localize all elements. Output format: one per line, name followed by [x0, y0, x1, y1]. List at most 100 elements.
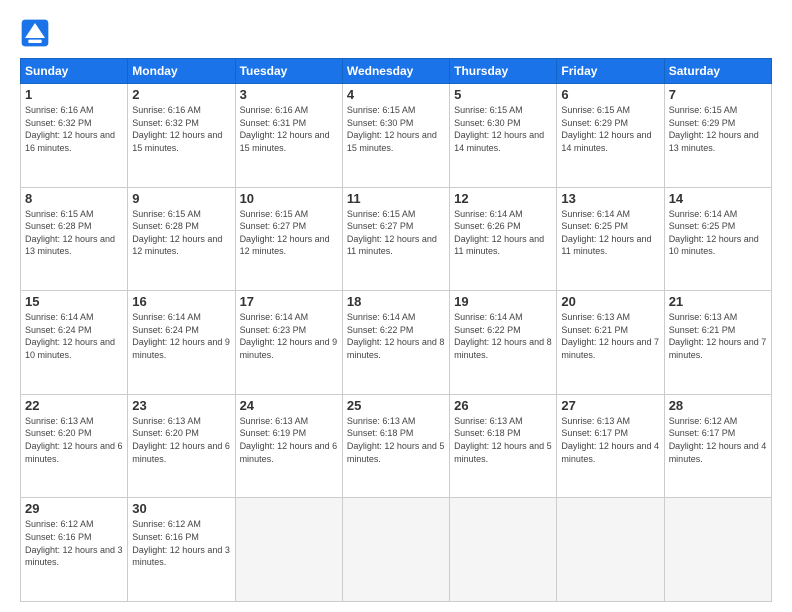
calendar-cell: 29 Sunrise: 6:12 AM Sunset: 6:16 PM Dayl…: [21, 498, 128, 602]
day-number: 24: [240, 398, 338, 413]
day-info: Sunrise: 6:14 AM Sunset: 6:24 PM Dayligh…: [132, 311, 230, 361]
calendar-cell: 14 Sunrise: 6:14 AM Sunset: 6:25 PM Dayl…: [664, 187, 771, 291]
day-info: Sunrise: 6:15 AM Sunset: 6:29 PM Dayligh…: [669, 104, 767, 154]
day-info: Sunrise: 6:14 AM Sunset: 6:26 PM Dayligh…: [454, 208, 552, 258]
calendar-cell: 9 Sunrise: 6:15 AM Sunset: 6:28 PM Dayli…: [128, 187, 235, 291]
calendar-cell: 25 Sunrise: 6:13 AM Sunset: 6:18 PM Dayl…: [342, 394, 449, 498]
day-number: 23: [132, 398, 230, 413]
calendar-cell: 20 Sunrise: 6:13 AM Sunset: 6:21 PM Dayl…: [557, 291, 664, 395]
day-info: Sunrise: 6:13 AM Sunset: 6:18 PM Dayligh…: [454, 415, 552, 465]
calendar-cell: 7 Sunrise: 6:15 AM Sunset: 6:29 PM Dayli…: [664, 84, 771, 188]
calendar-week-3: 22 Sunrise: 6:13 AM Sunset: 6:20 PM Dayl…: [21, 394, 772, 498]
day-number: 4: [347, 87, 445, 102]
calendar-cell: 28 Sunrise: 6:12 AM Sunset: 6:17 PM Dayl…: [664, 394, 771, 498]
day-number: 16: [132, 294, 230, 309]
day-info: Sunrise: 6:13 AM Sunset: 6:21 PM Dayligh…: [669, 311, 767, 361]
calendar-cell: [664, 498, 771, 602]
calendar-cell: [450, 498, 557, 602]
day-info: Sunrise: 6:15 AM Sunset: 6:30 PM Dayligh…: [454, 104, 552, 154]
calendar-week-2: 15 Sunrise: 6:14 AM Sunset: 6:24 PM Dayl…: [21, 291, 772, 395]
day-number: 11: [347, 191, 445, 206]
calendar-cell: 30 Sunrise: 6:12 AM Sunset: 6:16 PM Dayl…: [128, 498, 235, 602]
calendar-cell: 2 Sunrise: 6:16 AM Sunset: 6:32 PM Dayli…: [128, 84, 235, 188]
day-number: 5: [454, 87, 552, 102]
day-number: 13: [561, 191, 659, 206]
day-number: 12: [454, 191, 552, 206]
day-number: 8: [25, 191, 123, 206]
day-info: Sunrise: 6:14 AM Sunset: 6:24 PM Dayligh…: [25, 311, 123, 361]
day-header-thursday: Thursday: [450, 59, 557, 84]
calendar-cell: 12 Sunrise: 6:14 AM Sunset: 6:26 PM Dayl…: [450, 187, 557, 291]
calendar-cell: 15 Sunrise: 6:14 AM Sunset: 6:24 PM Dayl…: [21, 291, 128, 395]
day-number: 3: [240, 87, 338, 102]
day-number: 15: [25, 294, 123, 309]
calendar-week-0: 1 Sunrise: 6:16 AM Sunset: 6:32 PM Dayli…: [21, 84, 772, 188]
day-info: Sunrise: 6:13 AM Sunset: 6:17 PM Dayligh…: [561, 415, 659, 465]
logo: [20, 18, 54, 48]
day-number: 29: [25, 501, 123, 516]
day-info: Sunrise: 6:12 AM Sunset: 6:16 PM Dayligh…: [25, 518, 123, 568]
day-info: Sunrise: 6:14 AM Sunset: 6:25 PM Dayligh…: [561, 208, 659, 258]
day-info: Sunrise: 6:16 AM Sunset: 6:31 PM Dayligh…: [240, 104, 338, 154]
calendar-cell: 17 Sunrise: 6:14 AM Sunset: 6:23 PM Dayl…: [235, 291, 342, 395]
calendar-cell: [235, 498, 342, 602]
calendar-cell: 10 Sunrise: 6:15 AM Sunset: 6:27 PM Dayl…: [235, 187, 342, 291]
calendar-cell: 13 Sunrise: 6:14 AM Sunset: 6:25 PM Dayl…: [557, 187, 664, 291]
calendar-week-1: 8 Sunrise: 6:15 AM Sunset: 6:28 PM Dayli…: [21, 187, 772, 291]
day-info: Sunrise: 6:15 AM Sunset: 6:30 PM Dayligh…: [347, 104, 445, 154]
day-info: Sunrise: 6:15 AM Sunset: 6:27 PM Dayligh…: [240, 208, 338, 258]
day-header-wednesday: Wednesday: [342, 59, 449, 84]
day-info: Sunrise: 6:12 AM Sunset: 6:16 PM Dayligh…: [132, 518, 230, 568]
day-number: 1: [25, 87, 123, 102]
day-info: Sunrise: 6:15 AM Sunset: 6:28 PM Dayligh…: [132, 208, 230, 258]
calendar-cell: 3 Sunrise: 6:16 AM Sunset: 6:31 PM Dayli…: [235, 84, 342, 188]
day-number: 26: [454, 398, 552, 413]
day-info: Sunrise: 6:12 AM Sunset: 6:17 PM Dayligh…: [669, 415, 767, 465]
day-number: 21: [669, 294, 767, 309]
day-info: Sunrise: 6:15 AM Sunset: 6:28 PM Dayligh…: [25, 208, 123, 258]
day-number: 22: [25, 398, 123, 413]
day-info: Sunrise: 6:16 AM Sunset: 6:32 PM Dayligh…: [132, 104, 230, 154]
day-header-tuesday: Tuesday: [235, 59, 342, 84]
day-info: Sunrise: 6:16 AM Sunset: 6:32 PM Dayligh…: [25, 104, 123, 154]
calendar-cell: 23 Sunrise: 6:13 AM Sunset: 6:20 PM Dayl…: [128, 394, 235, 498]
day-header-saturday: Saturday: [664, 59, 771, 84]
calendar-cell: 18 Sunrise: 6:14 AM Sunset: 6:22 PM Dayl…: [342, 291, 449, 395]
calendar-table: SundayMondayTuesdayWednesdayThursdayFrid…: [20, 58, 772, 602]
day-info: Sunrise: 6:13 AM Sunset: 6:20 PM Dayligh…: [25, 415, 123, 465]
day-info: Sunrise: 6:13 AM Sunset: 6:20 PM Dayligh…: [132, 415, 230, 465]
day-number: 20: [561, 294, 659, 309]
day-number: 9: [132, 191, 230, 206]
calendar-header-row: SundayMondayTuesdayWednesdayThursdayFrid…: [21, 59, 772, 84]
page: SundayMondayTuesdayWednesdayThursdayFrid…: [0, 0, 792, 612]
day-number: 25: [347, 398, 445, 413]
calendar-cell: 24 Sunrise: 6:13 AM Sunset: 6:19 PM Dayl…: [235, 394, 342, 498]
calendar-cell: 21 Sunrise: 6:13 AM Sunset: 6:21 PM Dayl…: [664, 291, 771, 395]
calendar-cell: 8 Sunrise: 6:15 AM Sunset: 6:28 PM Dayli…: [21, 187, 128, 291]
calendar-cell: 11 Sunrise: 6:15 AM Sunset: 6:27 PM Dayl…: [342, 187, 449, 291]
day-info: Sunrise: 6:14 AM Sunset: 6:23 PM Dayligh…: [240, 311, 338, 361]
day-header-sunday: Sunday: [21, 59, 128, 84]
day-info: Sunrise: 6:14 AM Sunset: 6:22 PM Dayligh…: [454, 311, 552, 361]
day-number: 2: [132, 87, 230, 102]
day-number: 18: [347, 294, 445, 309]
day-info: Sunrise: 6:13 AM Sunset: 6:18 PM Dayligh…: [347, 415, 445, 465]
day-info: Sunrise: 6:15 AM Sunset: 6:27 PM Dayligh…: [347, 208, 445, 258]
calendar-cell: 22 Sunrise: 6:13 AM Sunset: 6:20 PM Dayl…: [21, 394, 128, 498]
calendar-cell: 27 Sunrise: 6:13 AM Sunset: 6:17 PM Dayl…: [557, 394, 664, 498]
calendar-week-4: 29 Sunrise: 6:12 AM Sunset: 6:16 PM Dayl…: [21, 498, 772, 602]
day-number: 14: [669, 191, 767, 206]
header: [20, 18, 772, 48]
day-number: 6: [561, 87, 659, 102]
day-number: 7: [669, 87, 767, 102]
day-number: 19: [454, 294, 552, 309]
day-number: 10: [240, 191, 338, 206]
day-info: Sunrise: 6:15 AM Sunset: 6:29 PM Dayligh…: [561, 104, 659, 154]
calendar-cell: [342, 498, 449, 602]
calendar-cell: 26 Sunrise: 6:13 AM Sunset: 6:18 PM Dayl…: [450, 394, 557, 498]
day-info: Sunrise: 6:14 AM Sunset: 6:25 PM Dayligh…: [669, 208, 767, 258]
logo-icon: [20, 18, 50, 48]
day-info: Sunrise: 6:14 AM Sunset: 6:22 PM Dayligh…: [347, 311, 445, 361]
day-number: 17: [240, 294, 338, 309]
calendar-cell: 16 Sunrise: 6:14 AM Sunset: 6:24 PM Dayl…: [128, 291, 235, 395]
